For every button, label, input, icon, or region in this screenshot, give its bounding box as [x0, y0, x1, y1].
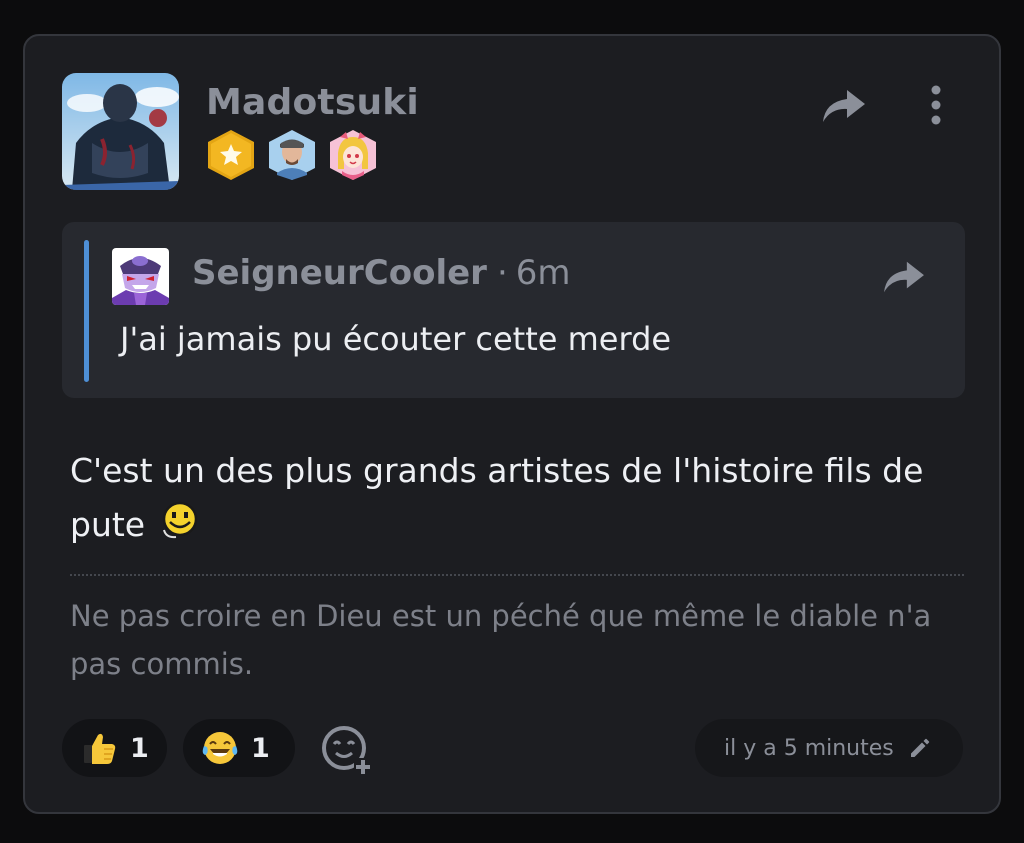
add-reaction-icon[interactable]: [320, 722, 374, 776]
anime-girl-badge-icon[interactable]: [328, 129, 378, 181]
reaction-count: 1: [130, 732, 149, 764]
pixel-smiley-icon: [162, 501, 197, 539]
post-timestamp: il y a 5 minutes: [724, 735, 894, 761]
post-card: Madotsuki SeigneurCooler · 6m J'ai jamai…: [23, 34, 1001, 814]
laughing-tears-icon: [202, 732, 238, 764]
quote-share-icon[interactable]: [882, 258, 926, 296]
quote-accent-bar: [84, 240, 89, 382]
reaction-laughing[interactable]: 1: [183, 719, 295, 777]
reaction-thumbs-up[interactable]: 1: [62, 719, 167, 777]
badge-list: [206, 129, 378, 181]
quote-author-avatar[interactable]: [112, 248, 169, 305]
quote-author-line: SeigneurCooler · 6m: [192, 253, 571, 293]
quote-separator: ·: [496, 253, 508, 293]
post-timestamp-pill: il y a 5 minutes: [695, 719, 963, 777]
share-icon[interactable]: [821, 86, 867, 126]
more-options-icon[interactable]: [925, 84, 947, 126]
signature-divider: [70, 574, 964, 576]
quote-author-name[interactable]: SeigneurCooler: [192, 253, 487, 293]
reaction-count: 1: [251, 732, 270, 764]
gold-star-badge-icon[interactable]: [206, 129, 256, 181]
author-avatar[interactable]: [62, 73, 179, 190]
message-body: C'est un des plus grands artistes de l'h…: [70, 444, 970, 552]
signature: Ne pas croire en Dieu est un péché que m…: [70, 599, 932, 681]
quoted-message[interactable]: SeigneurCooler · 6m J'ai jamais pu écouter…: [62, 222, 965, 398]
author-name[interactable]: Madotsuki: [206, 82, 419, 123]
thumbs-up-icon: [84, 733, 116, 764]
quote-time: 6m: [515, 253, 571, 293]
man-avatar-badge-icon[interactable]: [267, 129, 317, 181]
pencil-icon[interactable]: [908, 736, 932, 760]
quote-text: J'ai jamais pu écouter cette merde: [120, 320, 672, 358]
